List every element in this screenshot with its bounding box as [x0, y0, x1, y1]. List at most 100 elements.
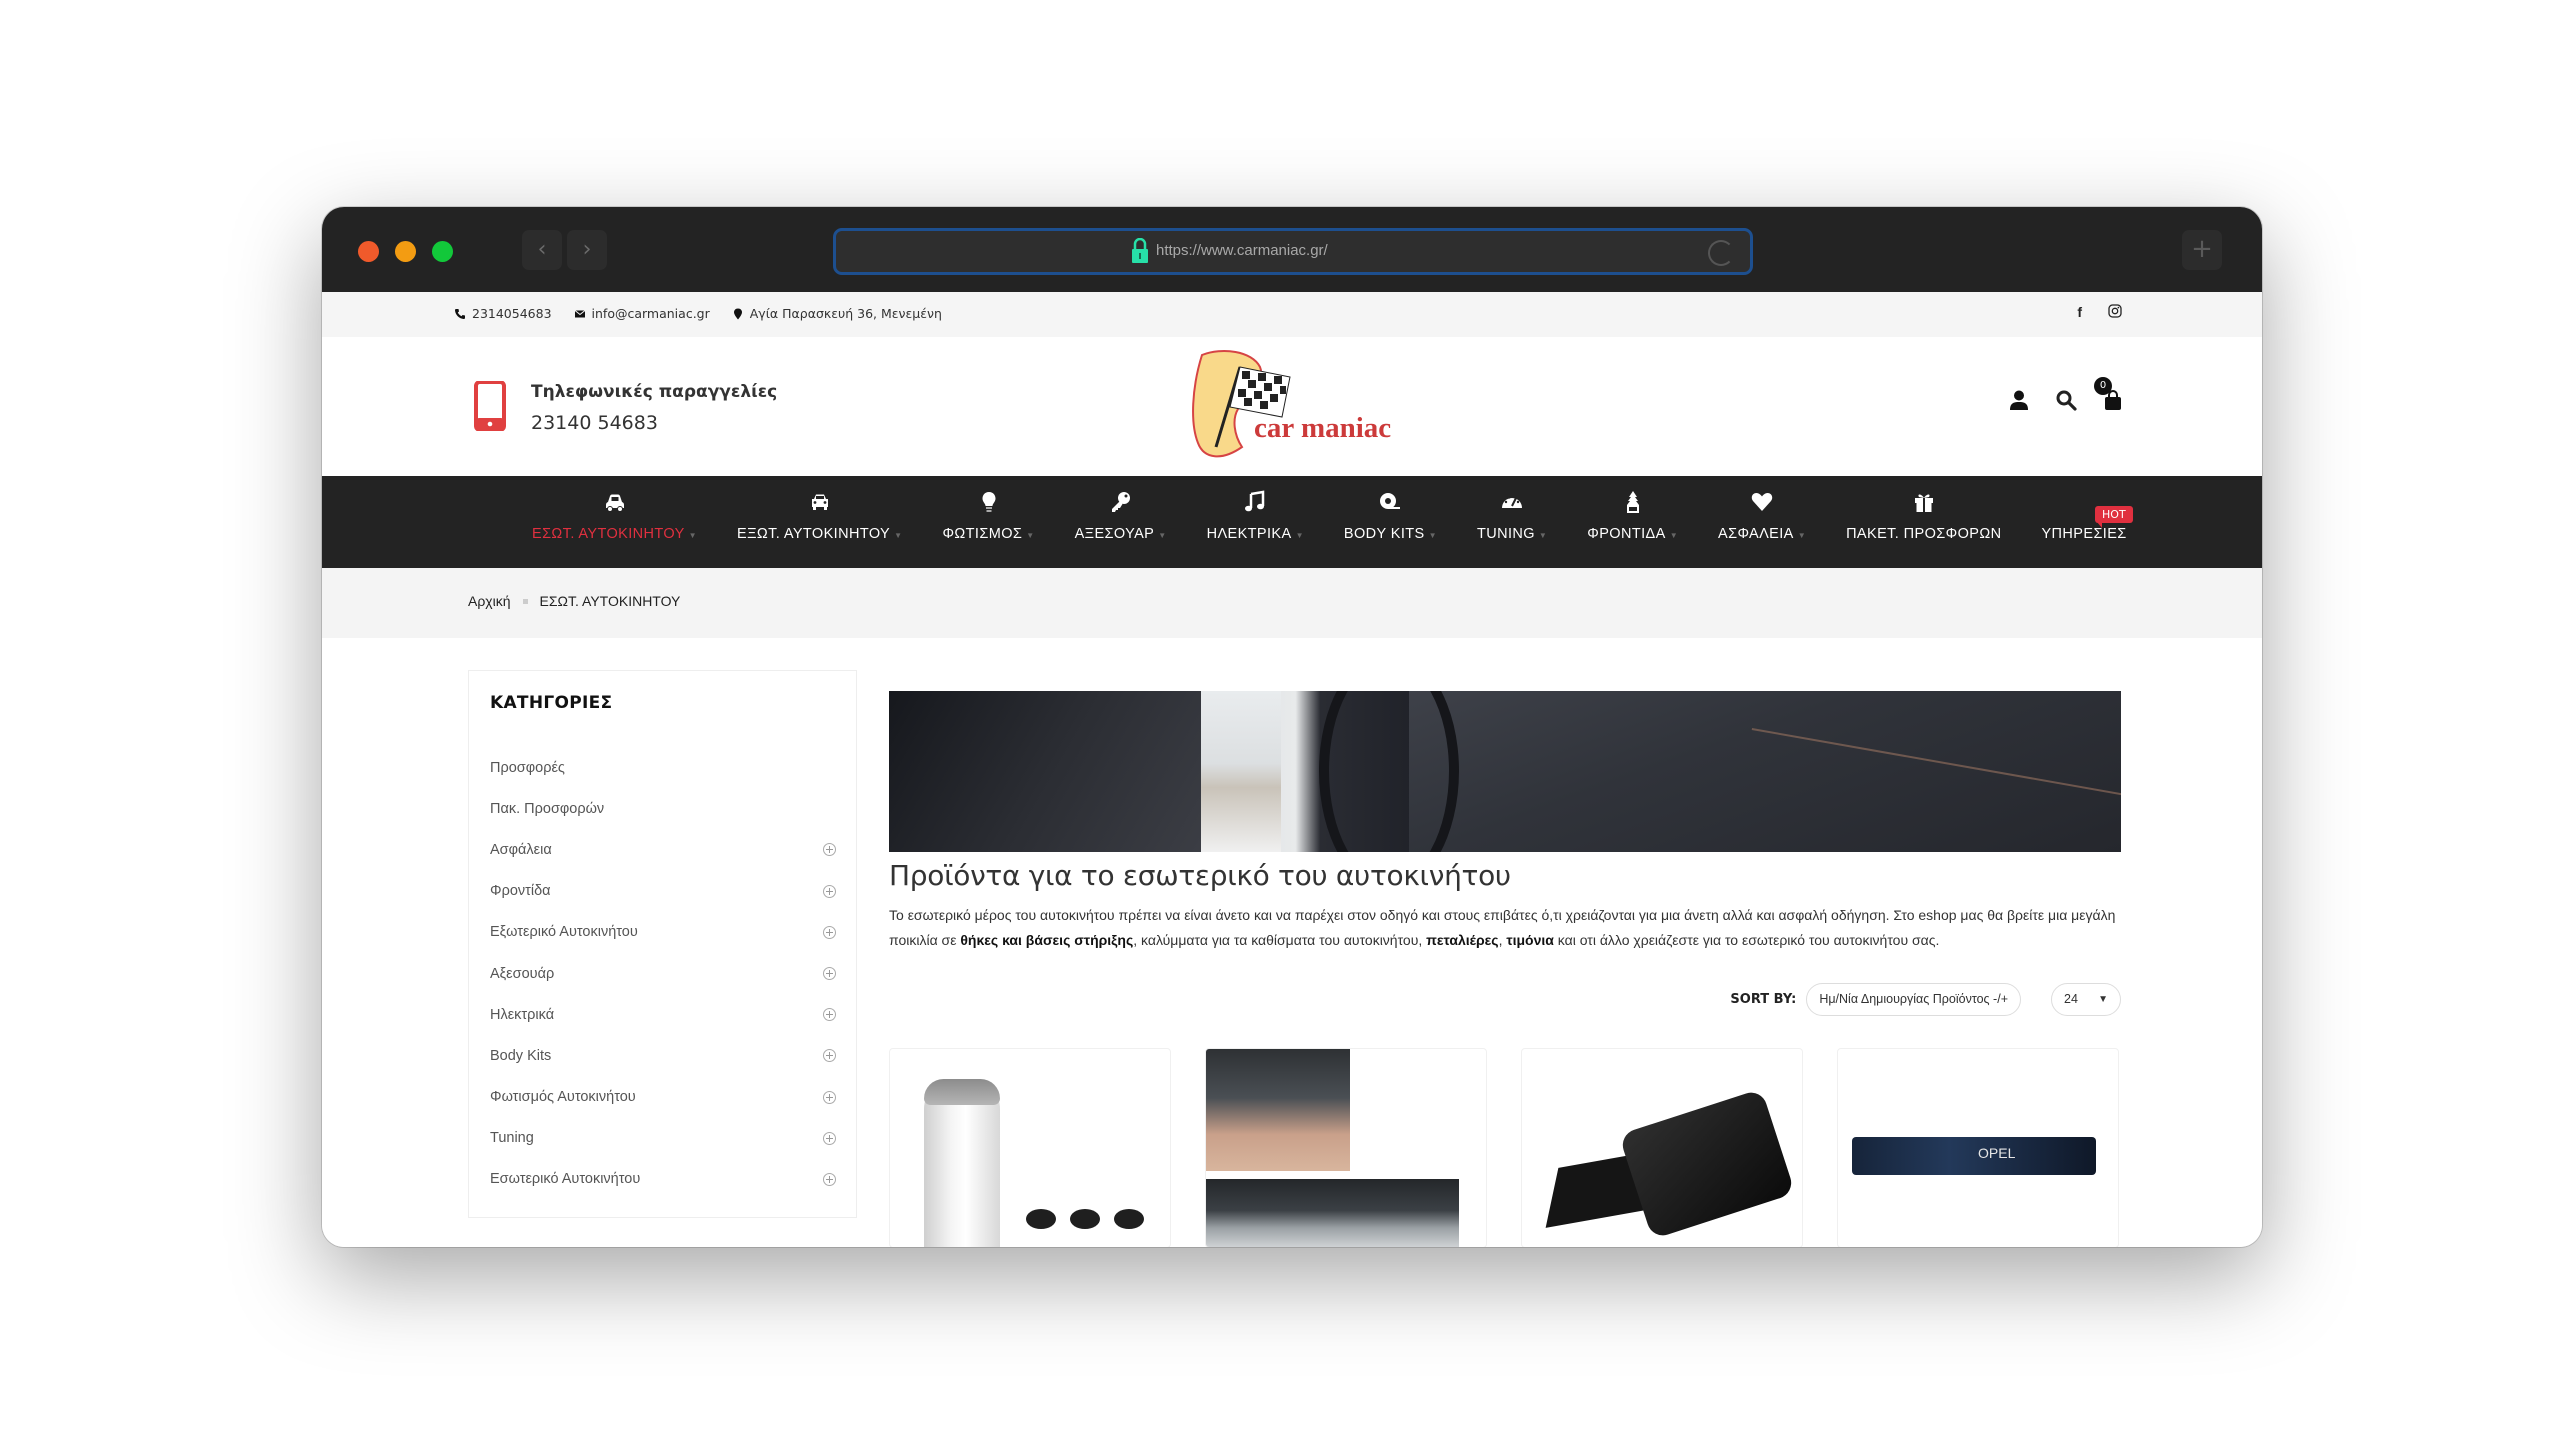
category-item[interactable]: Εσωτερικό Αυτοκινήτου: [490, 1159, 836, 1200]
product-card[interactable]: [1205, 1048, 1487, 1247]
nav-label: ΥΠΗΡΕΣΙΕΣ: [2041, 526, 2127, 542]
topbar-address: Αγία Παρασκευή 36, Μενεμένη: [732, 306, 942, 321]
nav-item-interior[interactable]: ΕΣΩΤ. ΑΥΤΟΚΙΝΗΤΟΥ ▼: [512, 476, 717, 568]
nav-item-safety[interactable]: ΑΣΦΑΛΕΙΑ ▼: [1698, 476, 1826, 568]
category-list: Προσφορές Πακ. Προσφορών Ασφάλεια Φροντί…: [490, 747, 836, 1200]
category-item[interactable]: Φροντίδα: [490, 871, 836, 912]
nav-item-offer-packs[interactable]: ΠΑΚΕΤ. ΠΡΟΣΦΟΡΩΝ: [1826, 476, 2021, 568]
sidebar-title: ΚΑΤΗΓΟΡΙΕΣ: [490, 693, 613, 713]
reload-icon[interactable]: [1708, 240, 1734, 266]
breadcrumb-home[interactable]: Αρχική: [468, 593, 511, 609]
caret-down-icon: ▼: [688, 531, 697, 540]
category-item[interactable]: Εξωτερικό Αυτοκινήτου: [490, 912, 836, 953]
vent-trim-image-2: [1206, 1179, 1459, 1247]
categories-sidebar: ΚΑΤΗΓΟΡΙΕΣ Προσφορές Πακ. Προσφορών Ασφά…: [468, 670, 857, 1218]
topbar-email-text: info@carmaniac.gr: [591, 306, 710, 321]
main-navigation: ΕΣΩΤ. ΑΥΤΟΚΙΝΗΤΟΥ ▼ ΕΞΩΤ. ΑΥΤΟΚΙΝΗΤΟΥ ▼ ΦΩ…: [322, 476, 2262, 568]
topbar-phone[interactable]: 2314054683: [454, 306, 552, 321]
url-text: https://www.carmaniac.gr/: [1156, 242, 1328, 259]
search-icon[interactable]: [2055, 389, 2077, 411]
product-card[interactable]: OPEL: [1837, 1048, 2119, 1247]
expand-plus-icon[interactable]: [823, 884, 836, 898]
air-freshener-icon: [1626, 491, 1639, 513]
new-tab-button[interactable]: +: [2182, 230, 2222, 270]
cart-count-badge: 0: [2094, 377, 2112, 395]
category-label: Ασφάλεια: [490, 841, 552, 858]
category-item[interactable]: Ηλεκτρικά: [490, 994, 836, 1035]
minimize-window-button[interactable]: [395, 241, 416, 262]
category-item[interactable]: Ασφάλεια: [490, 829, 836, 870]
category-label: Αξεσουάρ: [490, 965, 555, 982]
nav-label: TUNING: [1476, 526, 1535, 542]
product-card[interactable]: [889, 1048, 1171, 1247]
keyword-steering-wheels: τιμόνια: [1506, 932, 1554, 948]
mobile-phone-icon: [474, 381, 506, 431]
expand-plus-icon[interactable]: [823, 925, 836, 939]
address-bar[interactable]: https://www.carmaniac.gr/: [833, 228, 1753, 275]
breadcrumb-separator: [522, 598, 528, 604]
nav-label: ΦΡΟΝΤΙΔΑ: [1587, 526, 1666, 542]
sort-label: SORT BY:: [1730, 992, 1797, 1007]
product-grid: OPEL: [889, 1048, 2121, 1247]
nav-item-body-kits[interactable]: BODY KITS ▼: [1324, 476, 1457, 568]
nav-item-lighting[interactable]: ΦΩΤΙΣΜΟΣ ▼: [922, 476, 1054, 568]
phone-orders-number[interactable]: 23140 54683: [531, 412, 658, 434]
lock-icon: [1132, 238, 1148, 263]
nav-item-accessories[interactable]: ΑΞΕΣΟΥΑΡ ▼: [1055, 476, 1187, 568]
key-icon: [1111, 492, 1130, 512]
nav-item-care[interactable]: ΦΡΟΝΤΙΔΑ ▼: [1567, 476, 1698, 568]
armrest-image: [1618, 1088, 1796, 1240]
product-card[interactable]: [1521, 1048, 1803, 1247]
expand-plus-icon[interactable]: [823, 1131, 836, 1145]
expand-plus-icon[interactable]: [823, 1090, 836, 1104]
category-item[interactable]: Αξεσουάρ: [490, 953, 836, 994]
web-page: 2314054683 info@carmaniac.gr Αγία Παρασκ…: [322, 292, 2262, 1247]
instagram-icon[interactable]: [2108, 304, 2122, 318]
per-page-select[interactable]: 24 ▼: [2051, 983, 2121, 1016]
caret-down-icon: ▼: [1295, 531, 1304, 540]
close-window-button[interactable]: [358, 241, 379, 262]
gift-icon: [1914, 494, 1933, 512]
expand-plus-icon[interactable]: [823, 1049, 836, 1063]
expand-plus-icon[interactable]: [823, 967, 836, 981]
category-label: Φροντίδα: [490, 883, 551, 900]
category-label: Εξωτερικό Αυτοκινήτου: [490, 924, 638, 941]
topbar-phone-text: 2314054683: [472, 306, 552, 321]
facebook-icon[interactable]: f: [2077, 304, 2082, 320]
category-label: Ηλεκτρικά: [490, 1006, 555, 1023]
category-item[interactable]: Πακ. Προσφορών: [490, 788, 836, 829]
user-icon[interactable]: [2008, 389, 2030, 411]
nav-item-tuning[interactable]: TUNING ▼: [1457, 476, 1567, 568]
category-item[interactable]: Body Kits: [490, 1035, 836, 1076]
nav-item-exterior[interactable]: ΕΞΩΤ. ΑΥΤΟΚΙΝΗΤΟΥ ▼: [717, 476, 922, 568]
hot-badge: HOT: [2095, 506, 2133, 528]
map-marker-icon: [733, 308, 742, 319]
top-info-bar: 2314054683 info@carmaniac.gr Αγία Παρασκ…: [322, 292, 2262, 337]
tape-icon: [1380, 493, 1401, 509]
category-item[interactable]: Tuning: [490, 1118, 836, 1159]
nav-label: ΦΩΤΙΣΜΟΣ: [942, 526, 1023, 542]
seat-gap-filler-image: [1852, 1137, 2096, 1175]
nav-label: ΑΞΕΣΟΥΑΡ: [1074, 526, 1155, 542]
nav-item-electrical[interactable]: ΗΛΕΚΤΡΙΚΑ ▼: [1187, 476, 1324, 568]
cart-button[interactable]: 0: [2094, 377, 2124, 411]
category-label: Πακ. Προσφορών: [490, 800, 605, 817]
back-button[interactable]: ‹: [522, 230, 562, 270]
category-description: Το εσωτερικό μέρος του αυτοκινήτου πρέπε…: [889, 907, 2116, 948]
maximize-window-button[interactable]: [432, 241, 453, 262]
checkered-flag-icon: [1229, 366, 1291, 418]
sort-select[interactable]: Ημ/Νία Δημιουργίας Προϊόντος -/+: [1806, 983, 2021, 1016]
product-brand-text: OPEL: [1978, 1145, 2016, 1161]
expand-plus-icon[interactable]: [823, 843, 836, 857]
category-item[interactable]: Προσφορές: [490, 747, 836, 788]
nav-item-services[interactable]: HOT ΥΠΗΡΕΣΙΕΣ: [2021, 476, 2146, 568]
expand-plus-icon[interactable]: [823, 1008, 836, 1022]
gear-knob-image: [924, 1079, 1000, 1247]
forward-button[interactable]: ›: [567, 230, 607, 270]
topbar-email[interactable]: info@carmaniac.gr: [574, 306, 710, 321]
logo-text: car maniac: [1254, 412, 1391, 444]
category-label: Tuning: [490, 1130, 534, 1147]
expand-plus-icon[interactable]: [823, 1172, 836, 1186]
site-logo[interactable]: car maniac: [1182, 347, 1412, 465]
category-item[interactable]: Φωτισμός Αυτοκινήτου: [490, 1077, 836, 1118]
